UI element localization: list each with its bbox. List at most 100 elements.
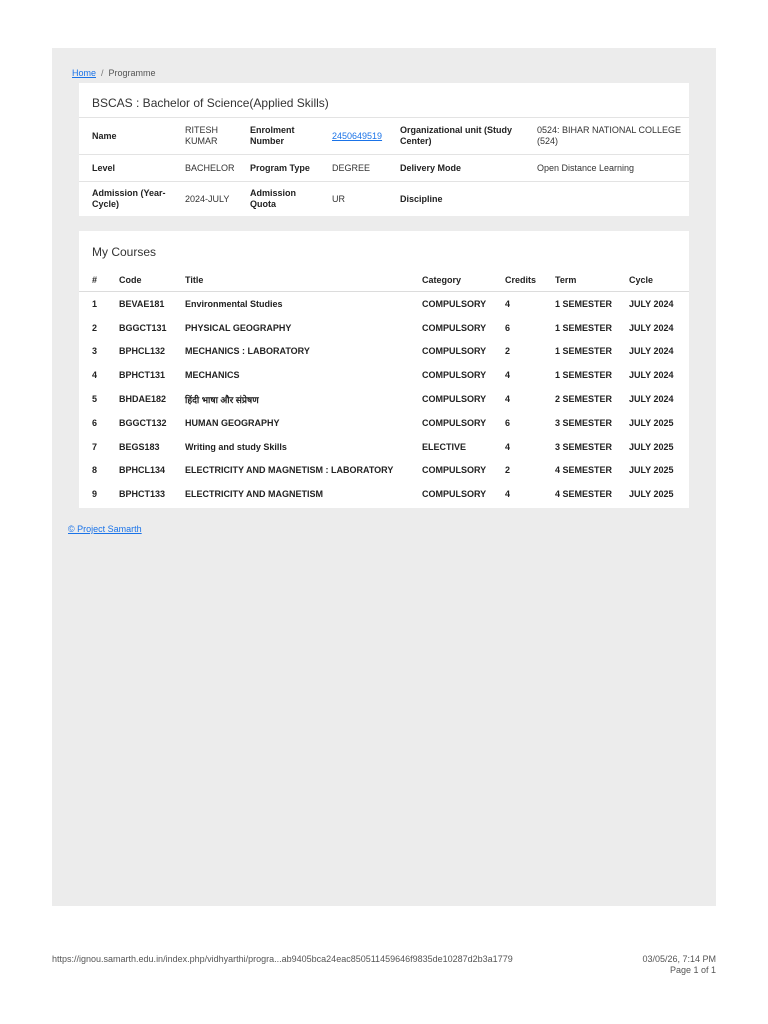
course-category: COMPULSORY xyxy=(422,394,487,405)
course-term: 1 SEMESTER xyxy=(555,322,613,333)
course-term: 3 SEMESTER xyxy=(555,441,613,452)
table-row: 1 BEVAE181 Environmental Studies COMPULSORY… xyxy=(79,292,689,316)
course-category: COMPULSORY xyxy=(422,417,487,428)
course-cycle: JULY 2024 xyxy=(629,298,674,309)
course-credits: 4 xyxy=(505,298,511,309)
course-category: COMPULSORY xyxy=(422,298,487,309)
discipline-label: Discipline xyxy=(394,181,531,217)
course-term: 4 SEMESTER xyxy=(555,489,613,500)
program-type-value: DEGREE xyxy=(326,154,394,182)
org-label: Organizational unit (Study Center) xyxy=(394,117,531,155)
discipline-value xyxy=(531,181,689,217)
course-term: 4 SEMESTER xyxy=(555,465,613,476)
course-title: Writing and study Skills xyxy=(185,441,287,452)
course-code: BEGS183 xyxy=(119,441,160,452)
breadcrumb-separator: / xyxy=(101,68,104,78)
table-row: 5 BHDAE182 हिंदी भाषा और संप्रेषण COMPULSOR… xyxy=(79,387,689,411)
breadcrumb: Home / Programme xyxy=(72,68,156,78)
print-page-number: Page 1 of 1 xyxy=(669,965,716,975)
col-header-category: Category xyxy=(416,268,499,292)
delivery-mode-value: Open Distance Learning xyxy=(531,154,689,182)
course-index: 3 xyxy=(92,346,98,357)
programme-card: BSCAS : Bachelor of Science(Applied Skil… xyxy=(79,83,689,217)
breadcrumb-home-link[interactable]: Home xyxy=(72,68,96,78)
course-index: 2 xyxy=(92,322,98,333)
course-category: ELECTIVE xyxy=(422,441,467,452)
course-title: HUMAN GEOGRAPHY xyxy=(185,417,280,428)
course-category: COMPULSORY xyxy=(422,370,487,381)
name-value: RITESH KUMAR xyxy=(179,117,244,155)
org-value: 0524: BIHAR NATIONAL COLLEGE (524) xyxy=(531,117,689,155)
level-label: Level xyxy=(79,154,179,182)
course-index: 5 xyxy=(92,394,98,405)
course-term: 1 SEMESTER xyxy=(555,298,613,309)
course-category: COMPULSORY xyxy=(422,489,487,500)
course-index: 9 xyxy=(92,489,98,500)
print-meta: 03/05/26, 7:14 PM Page 1 of 1 xyxy=(642,954,716,976)
info-row: Admission (Year-Cycle) 2024-JULY Admissi… xyxy=(79,181,689,217)
programme-info-table: Name RITESH KUMAR Enrolment Number 24506… xyxy=(79,117,689,217)
table-row: 2 BGGCT131 PHYSICAL GEOGRAPHY COMPULSORY 6 1 … xyxy=(79,316,689,340)
info-row: Level BACHELOR Program Type DEGREE Deliv… xyxy=(79,154,689,182)
course-title: हिंदी भाषा और संप्रेषण xyxy=(185,394,259,405)
course-category: COMPULSORY xyxy=(422,465,487,476)
course-credits: 2 xyxy=(505,346,511,357)
course-code: BEVAE181 xyxy=(119,298,165,309)
course-term: 1 SEMESTER xyxy=(555,370,613,381)
courses-header-row: # Code Title Category Credits Term Cycle xyxy=(79,268,689,292)
course-term: 1 SEMESTER xyxy=(555,346,613,357)
project-samarth-link[interactable]: © Project Samarth xyxy=(68,524,142,534)
level-value: BACHELOR xyxy=(179,154,244,182)
course-title: MECHANICS : LABORATORY xyxy=(185,346,310,357)
admission-value: 2024-JULY xyxy=(179,181,244,217)
course-cycle: JULY 2024 xyxy=(629,370,674,381)
course-cycle: JULY 2025 xyxy=(629,417,674,428)
course-index: 4 xyxy=(92,370,98,381)
col-header-index: # xyxy=(79,268,113,292)
course-code: BPHCT131 xyxy=(119,370,166,381)
course-code: BGGCT131 xyxy=(119,322,167,333)
course-index: 7 xyxy=(92,441,98,452)
course-term: 3 SEMESTER xyxy=(555,417,613,428)
course-cycle: JULY 2024 xyxy=(629,322,674,333)
course-cycle: JULY 2025 xyxy=(629,441,674,452)
table-row: 9 BPHCT133 ELECTRICITY AND MAGNETISM COMPUL… xyxy=(79,482,689,506)
enrolment-label: Enrolment Number xyxy=(244,117,326,155)
table-row: 4 BPHCT131 MECHANICS COMPULSORY 4 1 SEMESTER J… xyxy=(79,363,689,387)
breadcrumb-current: Programme xyxy=(108,68,156,78)
course-title: ELECTRICITY AND MAGNETISM xyxy=(185,489,324,500)
quota-value: UR xyxy=(326,181,394,217)
course-cycle: JULY 2025 xyxy=(629,489,674,500)
course-code: BGGCT132 xyxy=(119,417,167,428)
table-row: 3 BPHCL132 MECHANICS : LABORATORY COMPULSOR… xyxy=(79,340,689,364)
table-row: 6 BGGCT132 HUMAN GEOGRAPHY COMPULSORY 6 3 SEM… xyxy=(79,411,689,435)
col-header-term: Term xyxy=(549,268,623,292)
course-code: BPHCL132 xyxy=(119,346,166,357)
page-container: Home / Programme BSCAS : Bachelor of Scien… xyxy=(52,48,716,906)
table-row: 8 BPHCL134 ELECTRICITY AND MAGNETISM : LAB… xyxy=(79,459,689,483)
course-code: BHDAE182 xyxy=(119,394,167,405)
delivery-mode-label: Delivery Mode xyxy=(394,154,531,182)
course-credits: 6 xyxy=(505,322,511,333)
course-index: 6 xyxy=(92,417,98,428)
programme-title: BSCAS : Bachelor of Science(Applied Skil… xyxy=(92,96,329,110)
print-url: https://ignou.samarth.edu.in/index.php/v… xyxy=(52,954,513,964)
course-category: COMPULSORY xyxy=(422,346,487,357)
enrolment-number-link[interactable]: 2450649519 xyxy=(332,131,382,141)
col-header-credits: Credits xyxy=(499,268,549,292)
col-header-code: Code xyxy=(113,268,179,292)
admission-label: Admission (Year-Cycle) xyxy=(79,181,179,217)
course-cycle: JULY 2024 xyxy=(629,346,674,357)
course-code: BPHCL134 xyxy=(119,465,166,476)
table-row: 7 BEGS183 Writing and study Skills ELECTIVE… xyxy=(79,435,689,459)
col-header-title: Title xyxy=(179,268,416,292)
courses-card: My Courses # Code Title Category Credits… xyxy=(79,231,689,508)
courses-title: My Courses xyxy=(92,245,157,259)
course-index: 8 xyxy=(92,465,98,476)
course-credits: 6 xyxy=(505,417,511,428)
course-credits: 4 xyxy=(505,370,511,381)
course-cycle: JULY 2024 xyxy=(629,394,674,405)
course-term: 2 SEMESTER xyxy=(555,394,613,405)
program-type-label: Program Type xyxy=(244,154,326,182)
course-category: COMPULSORY xyxy=(422,322,487,333)
